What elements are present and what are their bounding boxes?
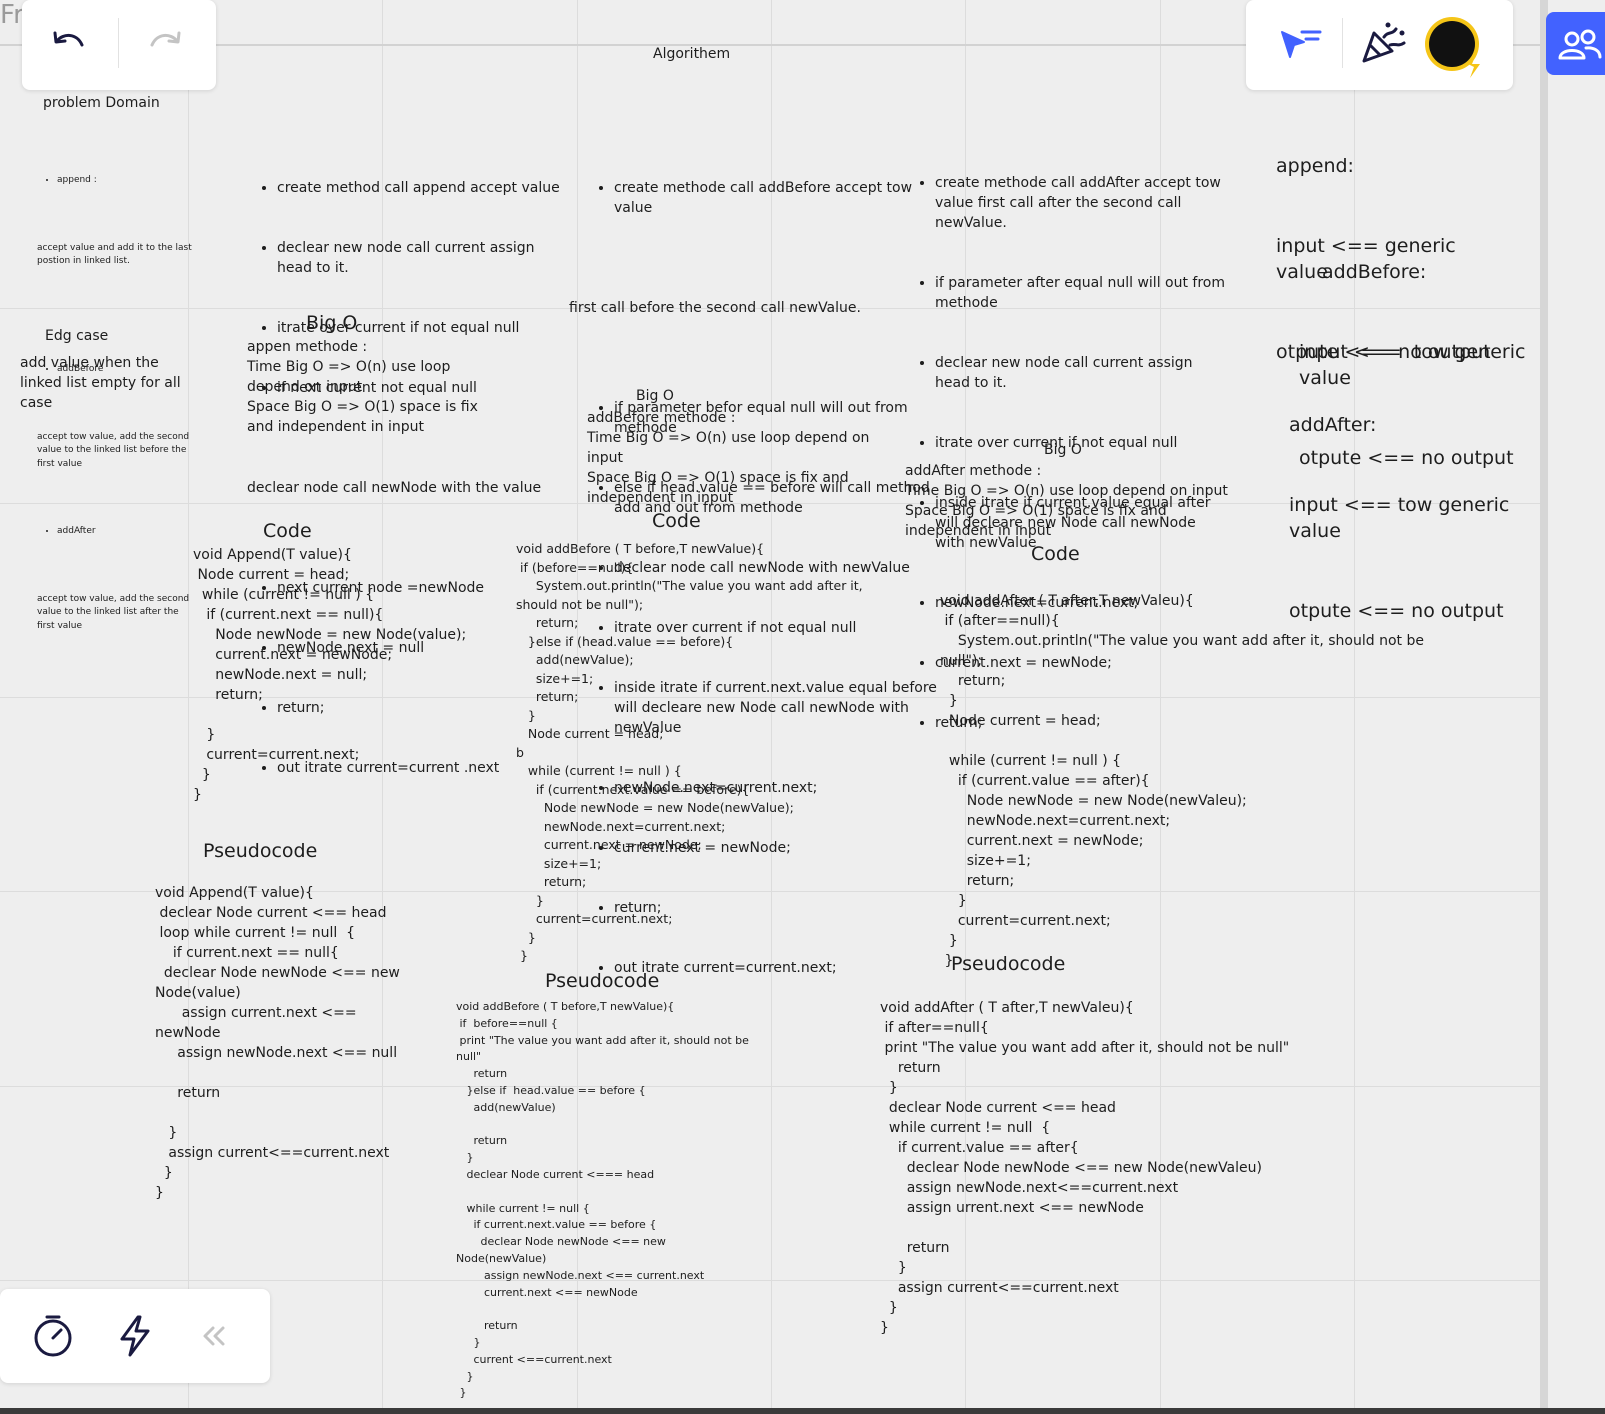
frame-label[interactable]: Fr	[0, 0, 24, 30]
add-after-bigo-text[interactable]: addAfter methode : Time Big O => O(n) us…	[905, 461, 1245, 541]
edge-case-title[interactable]: Edg case	[45, 328, 108, 344]
board-title[interactable]: Algorithem	[653, 46, 730, 62]
problem-domain-desc: accept tow value, add the second value t…	[37, 593, 193, 631]
add-after-code[interactable]: void addAfter ( T after,T newValeu){ if …	[940, 591, 1460, 971]
append-code[interactable]: void Append(T value){ Node current = hea…	[193, 545, 483, 805]
signature-input: input <== tow generic value	[1289, 493, 1516, 543]
cursor-icon	[1281, 30, 1322, 58]
add-before-code-title[interactable]: Code	[652, 510, 701, 532]
undo-icon	[53, 31, 84, 47]
cursor-button[interactable]	[1276, 22, 1326, 66]
whiteboard-canvas[interactable]: Fr Algorithem problem Domain append : ac…	[0, 0, 1605, 1414]
list-item: addAfter	[57, 525, 197, 539]
append-pseudocode-title[interactable]: Pseudocode	[203, 840, 317, 862]
problem-domain-title[interactable]: problem Domain	[43, 95, 160, 111]
add-before-pseudocode[interactable]: void addBefore ( T before,T newValue){ i…	[456, 999, 756, 1402]
add-after-code-title[interactable]: Code	[1031, 543, 1080, 565]
collaboration-toolbar	[1246, 0, 1513, 90]
list-item: declear new node call current assign hea…	[935, 353, 1225, 393]
append-bigo-title[interactable]: Big O	[306, 312, 357, 334]
celebrate-button[interactable]	[1356, 20, 1410, 68]
avatar-icon	[1425, 17, 1480, 78]
add-before-bigo-title[interactable]: Big O	[636, 388, 674, 404]
append-bigo-text[interactable]: appen methode : Time Big O => O(n) use l…	[247, 337, 507, 437]
party-popper-icon	[1362, 22, 1406, 63]
list-item: if parameter after equal null will out f…	[935, 273, 1225, 313]
add-after-pseudocode-title[interactable]: Pseudocode	[951, 953, 1065, 975]
step-line: first call before the second call newVal…	[569, 300, 861, 316]
add-after-bigo-title[interactable]: Big O	[1044, 442, 1082, 458]
signature-name: addAfter:	[1289, 414, 1377, 436]
timer-icon	[34, 1315, 72, 1357]
signature-name: append:	[1276, 155, 1354, 177]
list-item: create methode call addBefore accept tow…	[614, 178, 944, 218]
frame-border-bottom	[0, 1408, 1605, 1414]
frame-border-right	[1540, 0, 1548, 1414]
toolbar-divider	[118, 18, 119, 68]
redo-icon	[150, 31, 181, 47]
toolbar-divider	[1342, 18, 1343, 68]
append-pseudocode[interactable]: void Append(T value){ declear Node curre…	[155, 883, 415, 1203]
lightning-icon	[120, 1315, 150, 1357]
add-after-pseudocode[interactable]: void addAfter ( T after,T newValeu){ if …	[880, 998, 1300, 1338]
users-icon	[1558, 29, 1602, 60]
list-item: create methode call addAfter accept tow …	[935, 173, 1225, 233]
timer-button[interactable]	[28, 1311, 78, 1361]
grid-line	[0, 1280, 1540, 1281]
collapse-button[interactable]	[190, 1311, 240, 1361]
edge-case-text[interactable]: add value when the linked list empty for…	[20, 353, 195, 413]
problem-domain-desc: accept value and add it to the last post…	[37, 242, 195, 267]
add-before-code[interactable]: void addBefore ( T before,T newValue){ i…	[516, 540, 906, 966]
undo-button[interactable]	[44, 22, 94, 66]
undo-redo-toolbar	[22, 0, 216, 90]
add-before-pseudocode-title[interactable]: Pseudocode	[545, 970, 659, 992]
share-collaborators-button[interactable]	[1546, 12, 1605, 75]
list-item: create method call append accept value	[277, 178, 567, 198]
redo-button[interactable]	[140, 22, 190, 66]
signature-name: addBefore:	[1322, 261, 1427, 283]
user-avatar[interactable]	[1422, 14, 1488, 80]
step-line: declear node call newNode with the value	[247, 480, 542, 496]
append-code-title[interactable]: Code	[263, 520, 312, 542]
add-before-bigo-text[interactable]: addBefore methode : Time Big O => O(n) u…	[587, 408, 897, 508]
bottom-toolbar	[0, 1289, 270, 1383]
problem-domain-desc: accept tow value, add the second value t…	[37, 431, 193, 469]
list-item: append :	[57, 174, 197, 188]
lightning-button[interactable]	[110, 1311, 160, 1361]
list-item: declear new node call current assign hea…	[277, 238, 567, 278]
double-chevron-left-icon	[203, 1326, 225, 1346]
